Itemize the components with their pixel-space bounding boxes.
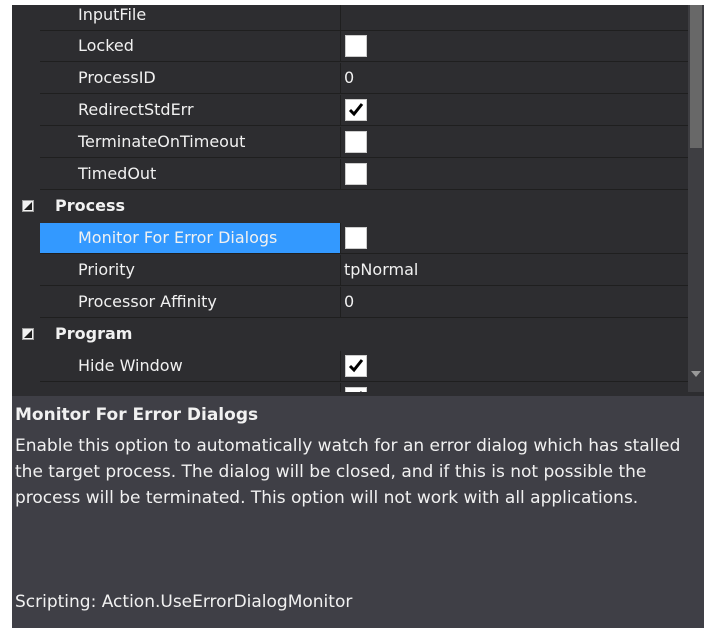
property-value: 0 — [344, 292, 355, 311]
property-value-cell[interactable]: tpNormal — [340, 255, 688, 286]
property-row-priority[interactable]: Priority tpNormal — [12, 255, 688, 286]
property-row-processid[interactable]: ProcessID 0 — [12, 63, 688, 94]
property-row-partial-row[interactable] — [12, 383, 688, 392]
property-name: InputFile — [78, 5, 147, 24]
property-value-cell[interactable]: 0 — [340, 287, 688, 318]
scroll-down-arrow-icon[interactable] — [691, 371, 701, 377]
property-name-cell[interactable]: Priority — [40, 255, 340, 286]
property-row-inputfile[interactable]: InputFile — [12, 5, 688, 31]
help-pane: Monitor For Error Dialogs Enable this op… — [12, 396, 704, 628]
help-title: Monitor For Error Dialogs — [15, 405, 259, 425]
collapse-triangle-icon[interactable] — [22, 200, 34, 212]
property-name-cell[interactable]: TimedOut — [40, 159, 340, 190]
property-value-cell[interactable] — [340, 383, 688, 392]
property-value-cell[interactable] — [340, 5, 688, 31]
category-program[interactable]: Program — [12, 319, 688, 350]
property-row-locked[interactable]: Locked — [12, 31, 688, 62]
property-value-cell[interactable] — [340, 159, 688, 190]
property-row-processor-affinity[interactable]: Processor Affinity 0 — [12, 287, 688, 318]
property-name: ProcessID — [78, 68, 156, 87]
property-name: TimedOut — [78, 164, 157, 183]
help-scripting: Scripting: Action.UseErrorDialogMonitor — [15, 592, 353, 612]
property-name: Priority — [78, 260, 135, 279]
property-name-cell[interactable]: Monitor For Error Dialogs — [40, 223, 340, 254]
property-value-cell[interactable]: 0 — [340, 63, 688, 94]
property-value: tpNormal — [344, 260, 419, 279]
property-name-cell[interactable] — [40, 383, 340, 392]
category-process[interactable]: Process — [12, 191, 688, 222]
category-label: Process — [55, 196, 125, 215]
property-name: Locked — [78, 36, 134, 55]
property-value-cell[interactable] — [340, 223, 688, 254]
collapse-triangle-icon[interactable] — [22, 328, 34, 340]
property-checkbox[interactable] — [345, 227, 367, 249]
property-value-cell[interactable] — [340, 127, 688, 158]
property-row-timedout[interactable]: TimedOut — [12, 159, 688, 190]
category-label: Program — [55, 324, 133, 343]
property-name-cell[interactable]: ProcessID — [40, 63, 340, 94]
property-row-terminateontimeout[interactable]: TerminateOnTimeout — [12, 127, 688, 158]
help-description: Enable this option to automatically watc… — [15, 436, 681, 508]
property-name-cell[interactable]: RedirectStdErr — [40, 95, 340, 126]
property-name-cell[interactable]: Processor Affinity — [40, 287, 340, 318]
check-icon — [348, 359, 364, 373]
property-value-cell[interactable] — [340, 95, 688, 126]
property-row-hide-window[interactable]: Hide Window — [12, 351, 688, 382]
property-name-cell[interactable]: TerminateOnTimeout — [40, 127, 340, 158]
property-row-monitor-for-error-dialogs[interactable]: Monitor For Error Dialogs — [12, 223, 688, 254]
property-checkbox[interactable] — [345, 99, 367, 121]
property-name: Monitor For Error Dialogs — [78, 228, 278, 247]
property-checkbox[interactable] — [345, 163, 367, 185]
property-checkbox[interactable] — [345, 131, 367, 153]
property-name: Hide Window — [78, 356, 183, 375]
property-name: RedirectStdErr — [78, 100, 194, 119]
property-name-cell[interactable]: InputFile — [40, 5, 340, 31]
property-name: Processor Affinity — [78, 292, 217, 311]
property-value-cell[interactable] — [340, 351, 688, 382]
property-name: TerminateOnTimeout — [78, 132, 246, 151]
property-value-cell[interactable] — [340, 31, 688, 62]
property-name-cell[interactable]: Locked — [40, 31, 340, 62]
scrollbar-thumb[interactable] — [690, 5, 702, 148]
property-checkbox[interactable] — [345, 355, 367, 377]
property-checkbox[interactable] — [345, 35, 367, 57]
property-grid: InputFile Locked ProcessID 0 RedirectStdErr T… — [12, 5, 688, 392]
check-icon — [348, 103, 364, 117]
property-name-cell[interactable]: Hide Window — [40, 351, 340, 382]
property-value: 0 — [344, 68, 355, 87]
vertical-scrollbar[interactable] — [688, 5, 704, 392]
property-row-redirectstderr[interactable]: RedirectStdErr — [12, 95, 688, 126]
property-panel: InputFile Locked ProcessID 0 RedirectStdErr T… — [12, 5, 704, 628]
